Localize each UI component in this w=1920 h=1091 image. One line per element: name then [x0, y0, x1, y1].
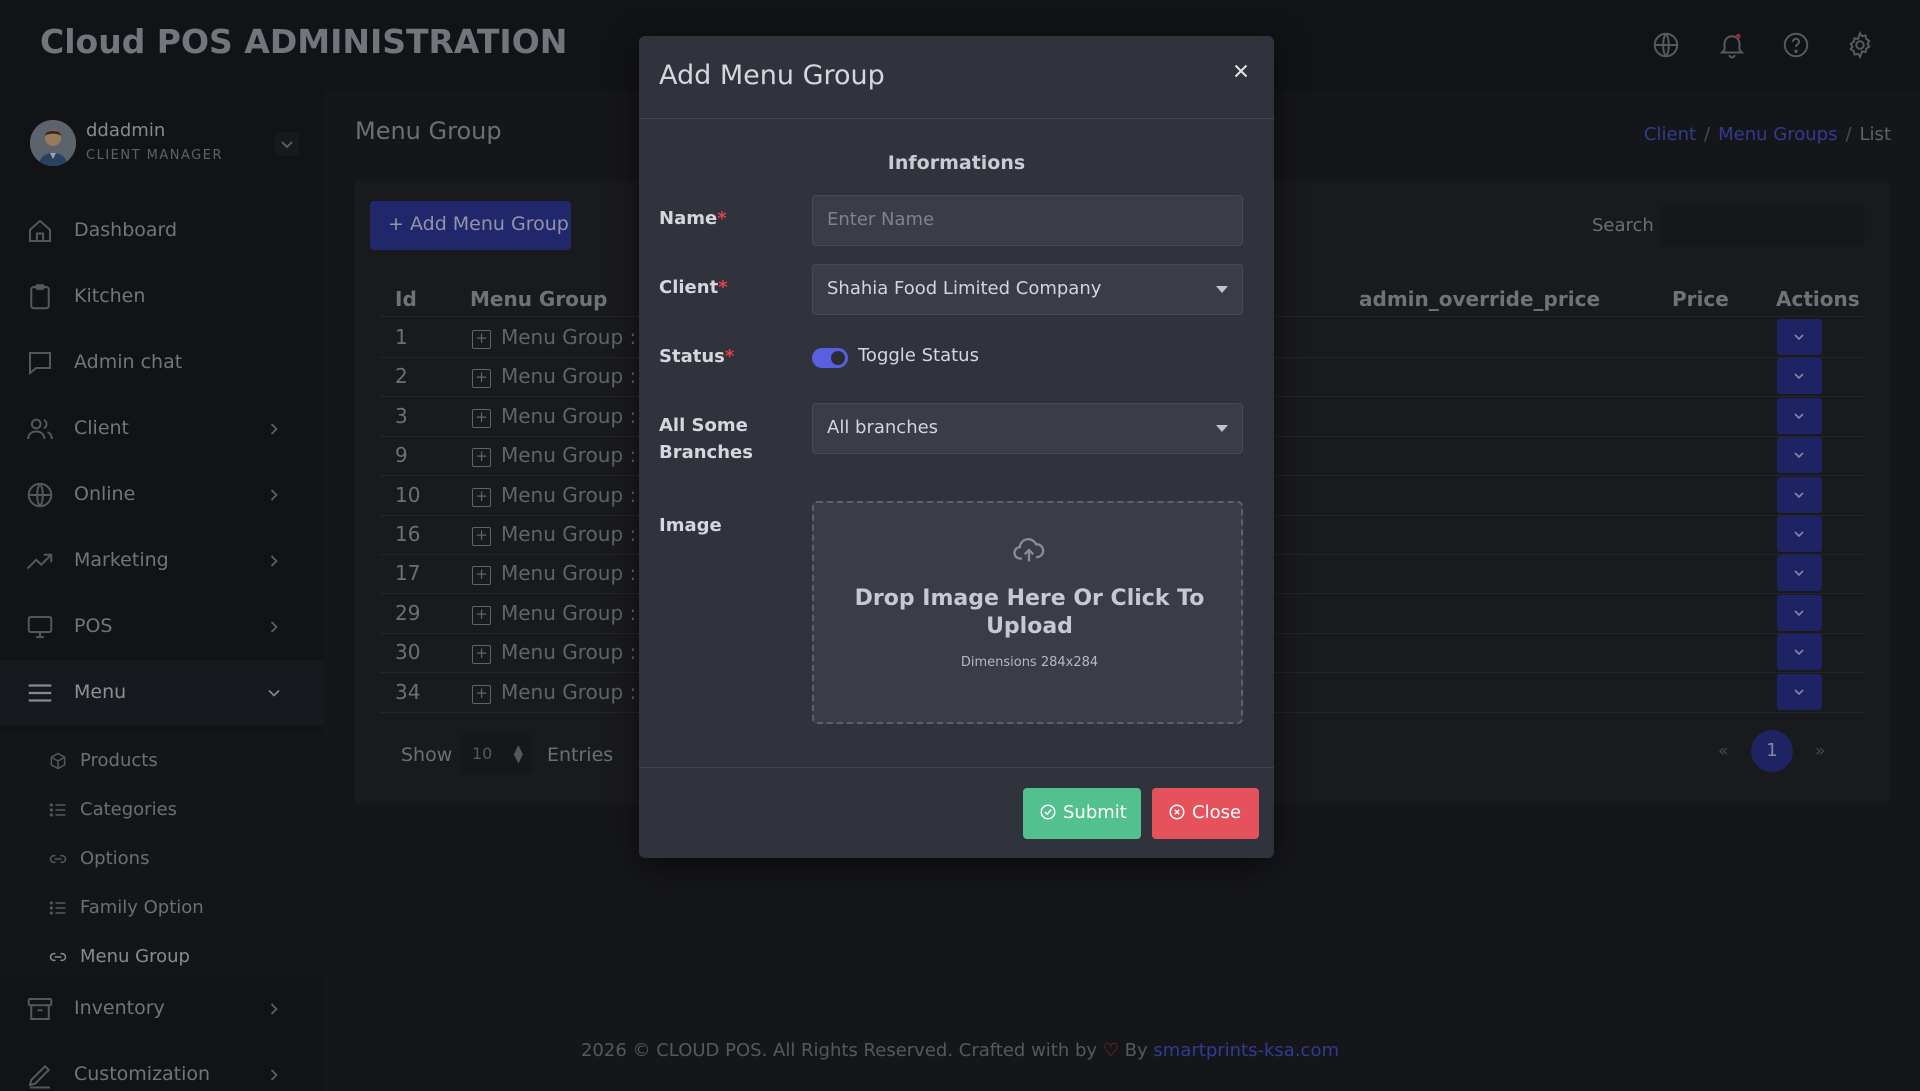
dropzone-text: Drop Image Here Or Click To Upload [854, 586, 1205, 639]
branches-value: All branches [827, 417, 939, 438]
branches-select[interactable]: All branches [812, 403, 1243, 454]
caret-down-icon [1216, 425, 1228, 432]
cloud-upload-icon [1012, 533, 1046, 567]
dropzone-hint: Dimensions 284x284 [960, 655, 1099, 670]
toggle-knob [831, 351, 845, 365]
client-select[interactable]: Shahia Food Limited Company [812, 264, 1243, 315]
submit-button[interactable]: Submit [1023, 788, 1141, 839]
submit-label: Submit [1063, 802, 1127, 823]
caret-down-icon [1216, 286, 1228, 293]
status-toggle[interactable] [812, 348, 848, 368]
branches-label: All Some Branches [659, 415, 753, 463]
name-label: Name* [659, 208, 727, 229]
x-circle-icon [1168, 803, 1186, 821]
status-toggle-label: Toggle Status [858, 345, 979, 366]
modal-title: Add Menu Group [659, 60, 885, 91]
client-value: Shahia Food Limited Company [827, 278, 1102, 299]
add-menu-group-modal: Add Menu Group Informations Name* Enter … [639, 36, 1274, 858]
modal-footer-divider [639, 767, 1274, 768]
section-title: Informations [887, 152, 1026, 174]
close-label: Close [1192, 802, 1242, 823]
image-dropzone[interactable]: Drop Image Here Or Click To Upload Dimen… [812, 501, 1243, 724]
check-circle-icon [1039, 803, 1057, 821]
modal-header-divider [639, 118, 1274, 119]
client-label: Client* [659, 277, 728, 298]
status-label: Status* [659, 346, 735, 367]
close-icon[interactable] [1230, 60, 1252, 82]
close-button[interactable]: Close [1152, 788, 1259, 839]
name-field[interactable]: Enter Name [812, 195, 1243, 246]
image-label: Image [659, 515, 722, 536]
